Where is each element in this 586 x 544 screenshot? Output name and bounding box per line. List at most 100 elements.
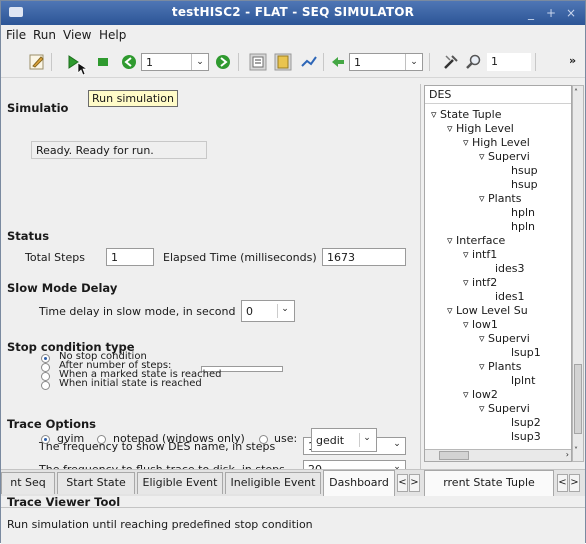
tab-next-button[interactable]: > (409, 474, 420, 492)
viewer-command-value: gedit (316, 434, 345, 447)
step-count-combo[interactable]: 1 ⌄ (141, 53, 209, 71)
scroll-down-icon[interactable]: ˅ (574, 446, 578, 455)
tab-prev-button[interactable]: < (397, 474, 408, 492)
tree-node[interactable]: ▿ intf2 (463, 276, 497, 289)
tree-node[interactable]: ▿ High Level (463, 136, 530, 149)
tree-leaf[interactable]: hsup (511, 178, 538, 191)
tree-node[interactable]: ▿ High Level (447, 122, 514, 135)
viewer-command-select[interactable]: gedit ⌄ (311, 428, 377, 452)
chevron-down-icon[interactable]: ⌄ (359, 433, 374, 447)
tree-node[interactable]: ▿ Plants (479, 360, 521, 373)
toolbar-overflow-button[interactable]: » (569, 54, 576, 67)
dashboard-panel: Simulatio Ready. Ready for run. Status T… (1, 84, 421, 509)
stop-none-radio[interactable] (41, 354, 50, 363)
tab-next-button-right[interactable]: > (569, 474, 580, 492)
menu-help[interactable]: Help (99, 28, 126, 42)
gvim-radio[interactable] (41, 435, 50, 444)
notes-icon[interactable] (273, 52, 293, 72)
toolbar-separator (51, 53, 52, 71)
stop-initial-radio[interactable] (41, 381, 50, 390)
tree-node[interactable]: ▿ low1 (463, 318, 498, 331)
chevron-down-icon[interactable]: ⌄ (277, 304, 292, 318)
tab-current-seq[interactable]: nt Seq (1, 472, 55, 494)
scroll-right-icon[interactable]: › (566, 450, 569, 459)
tree-node[interactable]: ▿ Interface (447, 234, 505, 247)
tab-ineligible-event[interactable]: Ineligible Event (225, 472, 321, 494)
tree-node[interactable]: ▿ Plants (479, 192, 521, 205)
step-back-icon[interactable] (119, 52, 139, 72)
tree-node[interactable]: ▿ Supervi (479, 150, 530, 163)
stop-marked-radio[interactable] (41, 372, 50, 381)
maximize-icon[interactable]: + (543, 5, 559, 21)
tree-leaf[interactable]: ides3 (495, 262, 525, 275)
minimize-icon[interactable]: _ (523, 5, 539, 21)
stop-icon[interactable] (93, 52, 113, 72)
tab-dashboard[interactable]: Dashboard (323, 470, 395, 496)
scroll-up-icon[interactable]: ˄ (574, 88, 578, 97)
scrollbar-thumb[interactable] (574, 364, 582, 434)
menu-file[interactable]: File (6, 28, 26, 42)
slow-mode-heading: Slow Mode Delay (7, 281, 118, 295)
goto-level-icon[interactable] (328, 52, 348, 72)
toolbar: 1 ⌄ 1 ⌄ 1 » (1, 45, 585, 78)
gvim-label: gvim (57, 432, 85, 445)
search-field[interactable]: 1 (487, 53, 531, 71)
notepad-radio[interactable] (97, 435, 106, 444)
close-icon[interactable]: × (563, 5, 579, 21)
tab-current-state-tuple[interactable]: rrent State Tuple (424, 470, 554, 496)
tree-leaf[interactable]: lplnt (511, 374, 535, 387)
simulation-status-text: Ready. Ready for run. (36, 144, 154, 157)
tree-leaf[interactable]: lsup3 (511, 430, 541, 443)
status-bar: Run simulation until reaching predefined… (1, 507, 585, 544)
scrollbar-thumb[interactable] (439, 451, 469, 460)
menu-run[interactable]: Run (33, 28, 56, 42)
tree-node[interactable]: ▿ State Tuple (431, 108, 501, 121)
step-count-value: 1 (146, 56, 153, 69)
total-steps-value: 1 (111, 251, 118, 264)
stop-steps-radio[interactable] (41, 363, 50, 372)
tree-node[interactable]: ▿ low2 (463, 388, 498, 401)
tools-icon[interactable] (441, 52, 461, 72)
menu-view[interactable]: View (63, 28, 91, 42)
edit-icon[interactable] (27, 52, 47, 72)
level-combo[interactable]: 1 ⌄ (349, 53, 423, 71)
cursor-icon (77, 62, 89, 76)
level-value: 1 (354, 56, 361, 69)
title-bar: testHISC2 - FLAT - SEQ SIMULATOR _ + × (1, 1, 585, 25)
step-forward-icon[interactable] (213, 52, 233, 72)
run-simulation-tooltip: Run simulation (88, 90, 178, 107)
tree-node[interactable]: ▿ intf1 (463, 248, 497, 261)
use-custom-radio[interactable] (259, 435, 268, 444)
slow-mode-delay-value: 0 (246, 305, 253, 318)
des-tree-panel: DES ▿ State Tuple ▿ High Level ▿ High Le… (424, 85, 572, 462)
bottom-tab-bar: nt Seq Start State Eligible Event Inelig… (1, 469, 585, 496)
chart-icon[interactable] (299, 52, 319, 72)
slow-mode-delay-select[interactable]: 0 ⌄ (241, 300, 295, 322)
notepad-label: notepad (windows only) (113, 432, 245, 445)
toolbar-separator (323, 53, 324, 71)
simulation-heading: Simulatio (7, 101, 69, 115)
toolbar-separator (429, 53, 430, 71)
tree-leaf[interactable]: hsup (511, 164, 538, 177)
trace-table-icon[interactable] (248, 52, 268, 72)
tab-eligible-event[interactable]: Eligible Event (137, 472, 223, 494)
tree-leaf[interactable]: lsup2 (511, 416, 541, 429)
chevron-down-icon[interactable]: ⌄ (405, 54, 422, 70)
tree-node[interactable]: ▿ Low Level Su (447, 304, 528, 317)
toolbar-separator (535, 53, 536, 71)
tree-leaf[interactable]: ides1 (495, 290, 525, 303)
tab-prev-button-right[interactable]: < (557, 474, 568, 492)
search-icon[interactable] (463, 52, 483, 72)
tab-start-state[interactable]: Start State (57, 472, 135, 494)
des-tree-horizontal-scrollbar[interactable]: › (425, 449, 571, 461)
des-tree-vertical-scrollbar[interactable]: ˄ ˅ (572, 85, 584, 462)
tree-leaf[interactable]: hpln (511, 220, 535, 233)
tree-leaf[interactable]: hpln (511, 206, 535, 219)
chevron-down-icon[interactable]: ⌄ (191, 54, 208, 70)
tree-node[interactable]: ▿ Supervi (479, 332, 530, 345)
chevron-down-icon[interactable]: ⌄ (390, 439, 404, 449)
simulator-window: testHISC2 - FLAT - SEQ SIMULATOR _ + × F… (0, 0, 586, 544)
tree-node[interactable]: ▿ Supervi (479, 402, 530, 415)
slow-mode-label: Time delay in slow mode, in second (39, 305, 236, 318)
tree-leaf[interactable]: lsup1 (511, 346, 541, 359)
